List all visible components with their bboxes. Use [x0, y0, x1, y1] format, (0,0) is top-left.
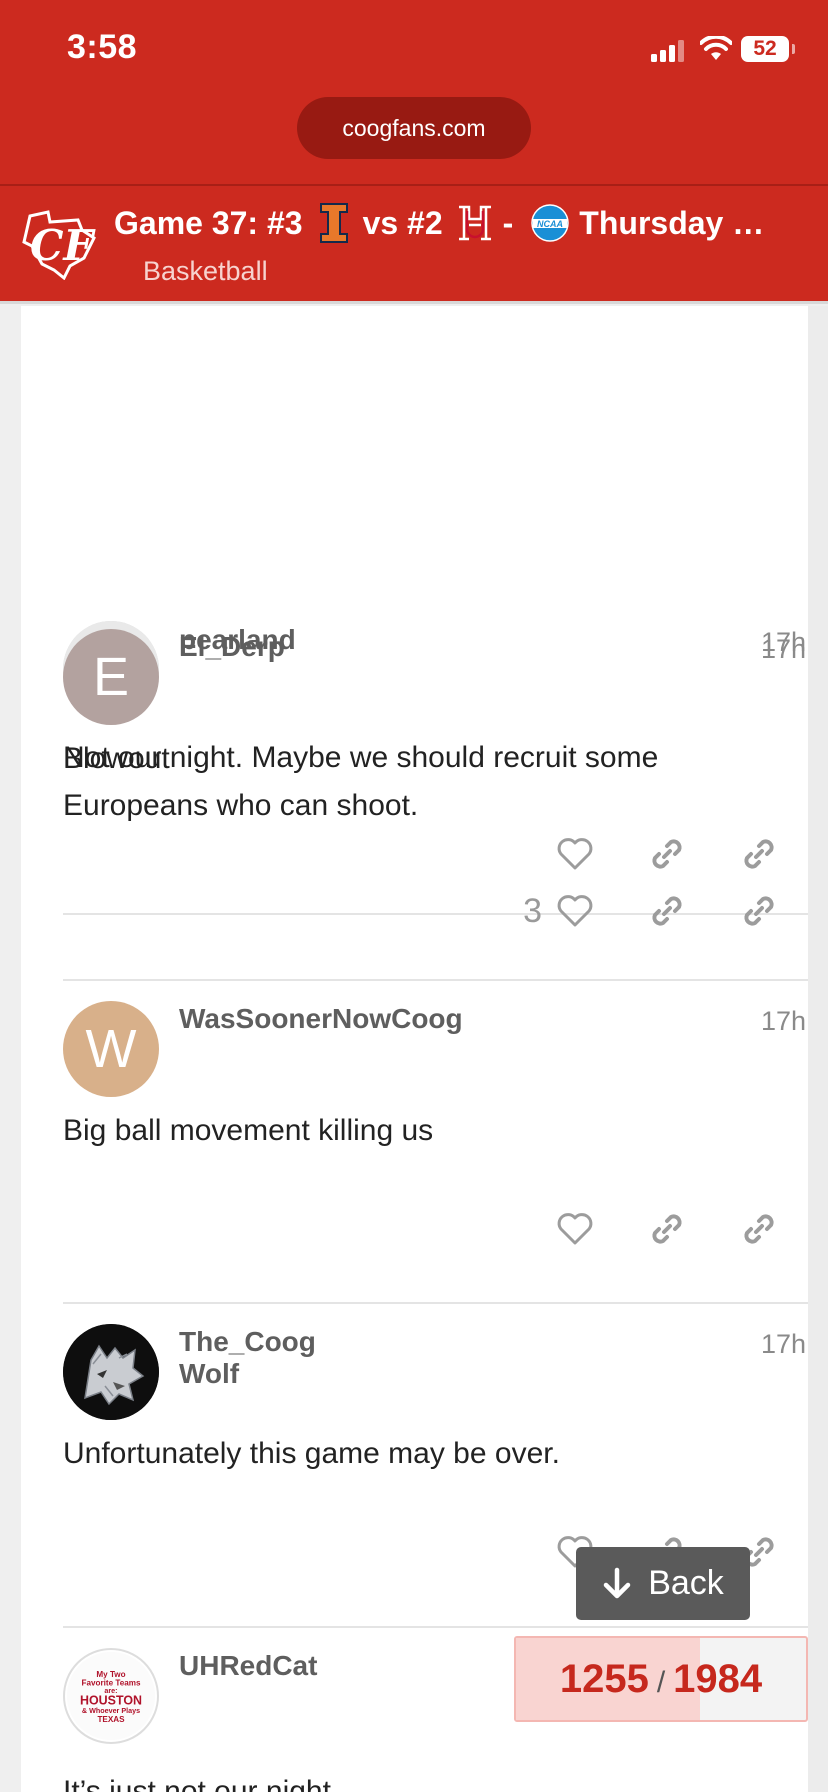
topic-title-part: vs #2 [362, 204, 443, 241]
post-username[interactable]: El_Derp [179, 631, 285, 663]
wifi-icon [699, 34, 733, 62]
battery-icon: 52 [741, 36, 795, 62]
site-logo-icon[interactable]: CF [20, 208, 98, 281]
topic-header: CF Game 37: #3 vs #2 - NCAA Thursday … B… [0, 184, 828, 304]
url-bar[interactable]: coogfans.com [297, 97, 531, 159]
topic-title-part: - [502, 204, 514, 241]
share-link-button[interactable] [734, 1204, 784, 1254]
back-button[interactable]: Back [576, 1547, 750, 1620]
badge-text: Favorite Teams [81, 1678, 140, 1687]
link-icon [652, 896, 682, 926]
arrow-down-icon [603, 1567, 631, 1598]
like-count[interactable]: 3 [523, 892, 542, 931]
share-link-button[interactable] [734, 886, 784, 936]
post-body: Unfortunately this game may be over. [63, 1437, 560, 1470]
scrollbar[interactable] [808, 306, 828, 1792]
houston-button-avatar: My Two Favorite Teams are: HOUSTON & Who… [66, 1651, 156, 1741]
topic-title-part: Thursday … [579, 204, 765, 241]
cellular-signal-icon [651, 40, 687, 62]
post-date[interactable]: 17h [761, 1006, 806, 1037]
post-actions [508, 1204, 784, 1254]
progress-total: 1984 [673, 1657, 763, 1701]
badge-text: HOUSTON [80, 1694, 142, 1708]
like-button[interactable] [550, 1204, 600, 1254]
ncaa-icon: NCAA [531, 204, 570, 242]
copy-link-button[interactable] [642, 886, 692, 936]
category-badge[interactable]: Basketball [143, 256, 268, 287]
post-date[interactable]: 17h [761, 634, 806, 665]
post-username[interactable]: WasSoonerNowCoog [179, 1003, 463, 1035]
heart-icon [557, 1213, 593, 1245]
topic-title-part: Game 37: #3 [114, 204, 303, 241]
status-time: 3:58 [67, 28, 138, 66]
avatar[interactable]: W [63, 1001, 159, 1097]
badge-text: TEXAS [97, 1715, 125, 1724]
avatar[interactable] [63, 1324, 159, 1420]
svg-text:CF: CF [30, 221, 96, 270]
timeline-progress[interactable]: 1255/1984 [514, 1636, 808, 1722]
browser-chrome: 3:58 52 coogfans.com [0, 0, 828, 184]
copy-link-button[interactable] [642, 1204, 692, 1254]
heart-icon [557, 895, 593, 927]
post-body: Not our night. Maybe we should recruit s… [63, 741, 659, 822]
illinois-block-i-icon [319, 203, 348, 243]
like-button[interactable] [550, 886, 600, 936]
post-username[interactable]: UHRedCat [179, 1650, 317, 1682]
letter-avatar: E [63, 629, 159, 725]
progress-text: 1255/1984 [559, 1657, 763, 1701]
wolf-head-avatar [63, 1324, 159, 1420]
post: W WasSoonerNowCoog 17h Big ball movement… [21, 981, 808, 1304]
link-icon [744, 896, 774, 926]
post-body: It’s just not our night [63, 1775, 331, 1792]
username-line: The_Coog [179, 1326, 316, 1357]
svg-text:NCAA: NCAA [537, 219, 563, 229]
post-date[interactable]: 17h [761, 1329, 806, 1360]
avatar[interactable]: E [63, 629, 159, 725]
post: E El_Derp 17h Not our night. Maybe we sh… [21, 609, 808, 981]
link-icon [744, 1214, 774, 1244]
link-icon [652, 1214, 682, 1244]
avatar[interactable]: My Two Favorite Teams are: HOUSTON & Who… [63, 1648, 159, 1744]
letter-avatar: W [63, 1001, 159, 1097]
back-button-label: Back [648, 1564, 724, 1602]
post-actions: 3 [523, 886, 784, 936]
post-body: Big ball movement killing us [63, 1114, 434, 1147]
badge-text: My Two [96, 1670, 125, 1679]
post-username[interactable]: The_Coog Wolf [179, 1326, 316, 1390]
uh-interlock-icon [458, 205, 491, 241]
topic-title[interactable]: Game 37: #3 vs #2 - NCAA Thursday … [114, 202, 814, 244]
progress-current: 1255 [559, 1657, 649, 1701]
username-line: Wolf [179, 1358, 240, 1389]
